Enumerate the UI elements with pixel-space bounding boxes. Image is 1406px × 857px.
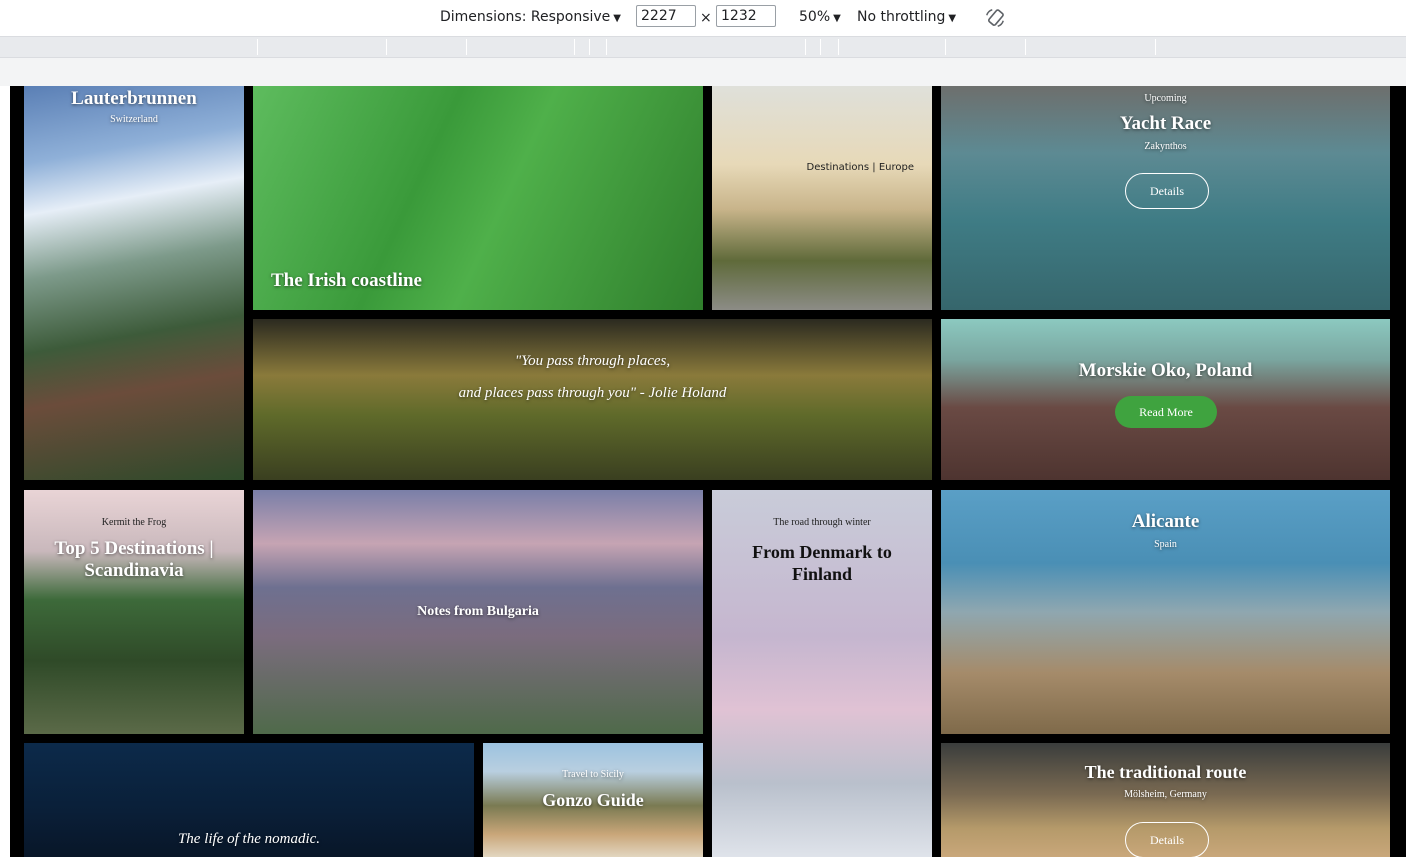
ruler-tick <box>1155 39 1156 55</box>
tile-denmark-finland[interactable]: The road through winter From Denmark to … <box>712 490 932 857</box>
tile-title: The traditional route <box>1084 762 1247 782</box>
tile-traditional-route[interactable]: The traditional route Mölsheim, Germany … <box>941 743 1390 857</box>
tile-kermit[interactable]: Kermit the Frog Top 5 Destinations | Sca… <box>24 490 244 734</box>
quote-line-1: "You pass through places, <box>514 353 671 369</box>
tile-title: Yacht Race <box>1119 113 1212 134</box>
tile-subtitle: Zakynthos <box>1144 141 1187 152</box>
zoom-label: 50% <box>799 9 831 25</box>
tile-title: The life of the nomadic. <box>177 831 321 847</box>
width-input[interactable] <box>636 5 696 27</box>
read-more-button[interactable]: Read More <box>1115 396 1217 428</box>
details-button[interactable]: Details <box>1125 822 1209 857</box>
quote-line-2: and places pass through you" - Jolie Hol… <box>458 385 727 401</box>
tile-title: Alicante <box>1131 511 1200 532</box>
tile-alicante[interactable]: Alicante Spain <box>941 490 1390 734</box>
gallery-page: Lauterbrunnen Switzerland The Irish coas… <box>10 86 1406 857</box>
ruler-tick <box>386 39 387 55</box>
tile-title: Notes from Bulgaria <box>417 604 539 619</box>
details-button[interactable]: Details <box>1125 173 1209 209</box>
viewport-margin <box>0 58 1406 86</box>
tile-kicker: Travel to Sicily <box>562 769 624 780</box>
tile-caption: Destinations | Europe <box>806 162 915 173</box>
road-image <box>712 86 932 310</box>
tile-gonzo-guide[interactable]: Travel to Sicily Gonzo Guide <box>483 743 703 857</box>
tile-subtitle: Switzerland <box>110 114 158 125</box>
ruler-tick <box>820 39 821 55</box>
tile-subtitle: Mölsheim, Germany <box>1124 789 1207 800</box>
ruler-tick <box>589 39 590 55</box>
caret-down-icon: ▼ <box>613 13 621 24</box>
device-toolbar: Dimensions: Responsive▼ × 50%▼ No thrott… <box>0 0 1406 37</box>
height-input[interactable] <box>716 5 776 27</box>
ruler-tick <box>574 39 575 55</box>
caret-down-icon: ▼ <box>948 13 957 24</box>
dimensions-dropdown[interactable]: Dimensions: Responsive ▼ <box>440 9 621 25</box>
tile-kicker: Upcoming <box>1144 93 1187 104</box>
tile-subtitle: Spain <box>1154 539 1177 550</box>
times-symbol: × <box>700 10 712 26</box>
throttling-label: No throttling <box>857 9 946 25</box>
tile-title: Morskie Oko, Poland <box>1078 360 1253 381</box>
ruler-tick <box>805 39 806 55</box>
tile-kicker: The road through winter <box>773 517 871 528</box>
tile-kicker: Kermit the Frog <box>101 517 167 528</box>
tile-quote: "You pass through places, and places pas… <box>253 319 932 480</box>
ruler-tick <box>838 39 839 55</box>
tile-lauterbrunnen[interactable]: Lauterbrunnen Switzerland <box>24 86 244 480</box>
tile-title: Top 5 Destinations | Scandinavia <box>54 538 214 581</box>
tile-morskie-oko[interactable]: Morskie Oko, Poland Read More <box>941 319 1390 480</box>
tile-yacht-race[interactable]: Upcoming Yacht Race Zakynthos Details <box>941 86 1390 310</box>
ruler-tick <box>466 39 467 55</box>
ruler-tick <box>1025 39 1026 55</box>
ruler-tick <box>257 39 258 55</box>
ruler-tick <box>945 39 946 55</box>
zoom-dropdown[interactable]: 50% ▼ <box>799 9 841 25</box>
tile-irish-coastline[interactable]: The Irish coastline <box>253 86 703 310</box>
tile-title: From Denmark to Finland <box>752 542 892 584</box>
rotate-icon[interactable] <box>984 7 1006 29</box>
throttling-dropdown[interactable]: No throttling ▼ <box>857 9 956 25</box>
lauterbrunnen-image <box>24 86 244 480</box>
tile-bulgaria[interactable]: Notes from Bulgaria <box>253 490 703 734</box>
tile-title: Gonzo Guide <box>542 790 644 810</box>
caret-down-icon: ▼ <box>833 13 841 24</box>
tile-destinations-europe[interactable]: Destinations | Europe <box>712 86 932 310</box>
tile-title: The Irish coastline <box>271 270 422 291</box>
tile-title: Lauterbrunnen <box>71 88 197 109</box>
dimensions-label: Dimensions: Responsive <box>440 9 611 25</box>
ruler-tick <box>606 39 607 55</box>
media-query-ruler[interactable] <box>0 37 1406 58</box>
tile-nomadic[interactable]: The life of the nomadic. <box>24 743 474 857</box>
